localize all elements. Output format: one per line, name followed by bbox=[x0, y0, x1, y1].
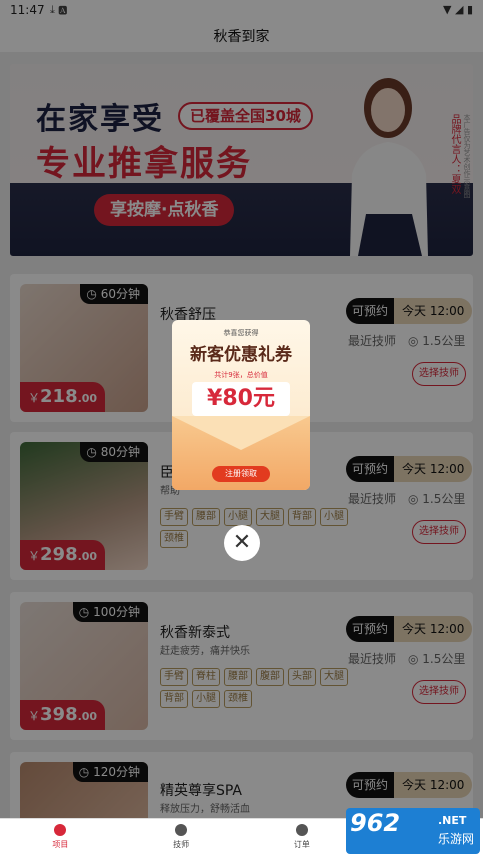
tab-projects[interactable]: 项目 bbox=[0, 819, 121, 858]
new-user-coupon-popup[interactable]: 恭喜您获得 新客优惠礼券 共计9张，总价值 ¥80元 注册领取 bbox=[172, 320, 310, 490]
close-popup-button[interactable]: ✕ bbox=[224, 525, 260, 561]
popup-subtitle: 共计9张，总价值 bbox=[214, 371, 268, 379]
watermark-number: 962 bbox=[350, 809, 401, 837]
tab-orders[interactable]: 订单 bbox=[242, 819, 363, 858]
popup-top-text: 恭喜您获得 bbox=[223, 329, 259, 337]
register-claim-button[interactable]: 注册领取 bbox=[212, 466, 270, 482]
order-icon bbox=[295, 824, 308, 836]
watermark-site-name: 乐游网 bbox=[438, 832, 475, 846]
watermark-net: .NET bbox=[438, 814, 467, 827]
site-watermark: 962 .NET 乐游网 bbox=[346, 808, 480, 854]
tab-technicians[interactable]: 技师 bbox=[121, 819, 242, 858]
coupon-amount: ¥80元 bbox=[192, 382, 290, 416]
home-icon bbox=[54, 824, 67, 836]
popup-title: 新客优惠礼券 bbox=[190, 345, 292, 365]
technician-icon bbox=[175, 824, 188, 836]
